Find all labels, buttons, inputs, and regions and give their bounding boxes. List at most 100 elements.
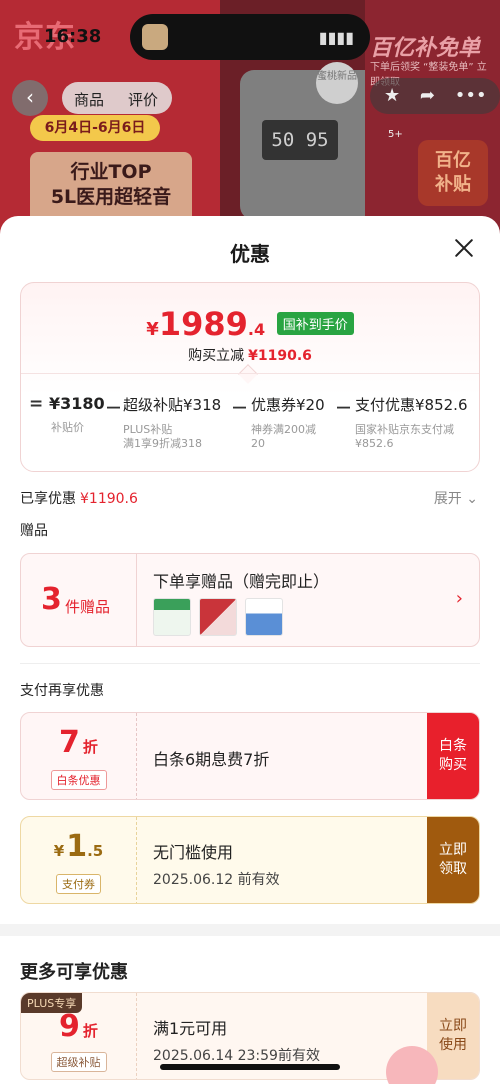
- sheet-title: 优惠: [230, 242, 270, 266]
- coupon-value-panel: ¥1.5 支付券: [21, 817, 137, 903]
- breakdown-label: 支付优惠¥852.6: [355, 396, 468, 414]
- coupon-value-unit: 折: [82, 1022, 98, 1040]
- breakdown-sub: 国家补贴京东支付减 ¥852.6: [355, 423, 468, 451]
- coupon-badge: 支付券: [21, 873, 136, 894]
- button-line-1: 白条: [439, 738, 467, 754]
- breakdown-sub-line-2: 20: [251, 437, 265, 450]
- gift-thumbnail: [245, 598, 283, 636]
- back-button[interactable]: ‹: [12, 80, 48, 116]
- coupon-value-number: 7: [59, 725, 80, 760]
- breakdown-sub-line-1: PLUS补贴: [123, 423, 173, 436]
- more-icon[interactable]: •••: [455, 85, 487, 106]
- coupon-validity: 2025.06.12 前有效: [153, 872, 280, 888]
- coupon-badge: 超级补贴: [21, 1051, 136, 1072]
- breakdown-operator: －: [231, 399, 248, 419]
- button-line-2: 使用: [439, 1037, 467, 1053]
- more-discounts-title: 更多可享优惠: [20, 962, 128, 983]
- breakdown-operator: =: [29, 394, 44, 414]
- coupon-value: 7折: [21, 725, 136, 760]
- expand-label: 展开: [433, 491, 462, 507]
- divider: [20, 663, 480, 664]
- breakdown-item: 超级补贴¥318 PLUS补贴 满1享9折减318: [123, 394, 221, 451]
- breakdown-item: 优惠券¥20 神券满200减 20: [251, 394, 325, 451]
- chevron-down-icon: ⌄: [466, 491, 478, 507]
- star-icon[interactable]: ★: [384, 85, 400, 106]
- pay-section-title: 支付再享优惠: [20, 683, 104, 699]
- top-actions: ★ ➦ ••• 5+: [370, 78, 500, 140]
- price-integer: 1989: [158, 305, 248, 343]
- coupon-validity: 2025.06.14 23:59前有效: [153, 1048, 320, 1064]
- discount-sheet: 优惠 ¥1989.4 国补到手价 购买立减 ¥1190.6 = ¥3180 补贴价…: [0, 216, 500, 1084]
- reduction-label: 购买立减: [188, 348, 245, 364]
- breakdown-sub-line-2: 满1享9折减318: [123, 437, 202, 450]
- gift-count-panel: 3 件赠品: [21, 554, 137, 646]
- baitiao-buy-button[interactable]: 白条 购买: [427, 713, 479, 799]
- subsidy-price-tag: 国补到手价: [276, 312, 354, 335]
- tab-review[interactable]: 评价: [128, 89, 158, 110]
- promo-card: 行业TOP 5L医用超轻音: [30, 152, 192, 224]
- coupon-badge-label: 超级补贴: [50, 1052, 107, 1072]
- subsidy-badge-line-2: 补贴: [435, 174, 471, 195]
- dynamic-island: ▮▮▮▮: [130, 14, 370, 60]
- coupon-value-decimal: .5: [87, 842, 104, 860]
- gift-count: 3: [41, 582, 62, 617]
- breakdown-sub-line-1: 国家补贴京东支付减: [355, 423, 454, 436]
- status-time: 16:38: [44, 26, 102, 47]
- price-breakdown: = ¥3180 补贴价 － 超级补贴¥318 PLUS补贴 满1享9折减318 …: [21, 373, 479, 471]
- subsidy-badge: 百亿 补贴: [418, 140, 488, 206]
- music-thumbnail: [142, 24, 168, 50]
- coupon-currency: ¥: [53, 842, 65, 860]
- expand-toggle[interactable]: 展开 ⌄: [434, 488, 478, 508]
- gift-thumbnail: [153, 598, 191, 636]
- subsidy-badge-line-1: 百亿: [435, 150, 471, 171]
- event-date: 6月4日-6月6日: [30, 115, 160, 141]
- claim-voucher-button[interactable]: 立即 领取: [427, 817, 479, 903]
- chevron-left-icon: ‹: [26, 85, 34, 109]
- coupon-value-number: 1: [66, 829, 88, 864]
- close-button[interactable]: [450, 234, 478, 262]
- breakdown-sub-line-1: 神券满200减: [251, 423, 316, 436]
- breakdown-label: 优惠券¥20: [251, 396, 325, 414]
- gift-section-title: 赠品: [20, 523, 48, 539]
- breakdown-label: ¥3180: [49, 394, 105, 413]
- new-product-seal: 蜜桃新品: [316, 62, 358, 104]
- breakdown-sub: 神券满200减 20: [251, 423, 325, 451]
- share-icon[interactable]: ➦: [420, 85, 435, 106]
- baitiao-coupon[interactable]: 7折 白条优惠 白条6期息费7折 白条 购买: [20, 712, 480, 800]
- enjoyed-label: 已享优惠: [20, 491, 76, 507]
- promo-line-1: 行业TOP: [70, 161, 152, 183]
- button-line-2: 领取: [439, 861, 467, 877]
- coupon-value-panel: 7折 白条优惠: [21, 713, 137, 799]
- instant-reduction: 购买立减 ¥1190.6: [21, 345, 479, 365]
- breakdown-item: 支付优惠¥852.6 国家补贴京东支付减 ¥852.6: [355, 394, 468, 451]
- coupon-condition: 无门槛使用: [153, 843, 234, 862]
- breakdown-sub: PLUS补贴 满1享9折减318: [123, 423, 221, 451]
- gift-thumbnail: [199, 598, 237, 636]
- home-indicator: [160, 1064, 340, 1070]
- coupon-value-panel: PLUS专享 9折 超级补贴: [21, 993, 137, 1079]
- gift-title: 下单享赠品（赠完即止）: [153, 572, 330, 591]
- button-line-2: 购买: [439, 757, 467, 773]
- button-line-1: 立即: [439, 842, 467, 858]
- section-separator: [0, 924, 500, 936]
- enjoyed-amount: ¥1190.6: [80, 491, 138, 507]
- coupon-value: ¥1.5: [21, 829, 136, 864]
- price-decimal: .4: [247, 320, 266, 339]
- waveform-icon: ▮▮▮▮: [318, 28, 354, 47]
- price-summary-card: ¥1989.4 国补到手价 购买立减 ¥1190.6 = ¥3180 补贴价 － …: [20, 282, 480, 472]
- button-line-1: 立即: [439, 1018, 467, 1034]
- breakdown-sub: 补贴价: [51, 421, 84, 434]
- promo-line-2: 5L医用超轻音: [50, 186, 172, 208]
- payment-voucher-coupon[interactable]: ¥1.5 支付券 无门槛使用 2025.06.12 前有效 立即 领取: [20, 816, 480, 904]
- tab-product[interactable]: 商品: [74, 89, 104, 110]
- final-price: ¥1989.4 国补到手价: [21, 305, 479, 343]
- coupon-value-unit: 折: [82, 738, 98, 756]
- coupon-condition: 满1元可用: [153, 1019, 228, 1038]
- sheet-header: 优惠: [0, 216, 500, 280]
- coupon-value: 9折: [21, 1009, 136, 1044]
- breakdown-label: 超级补贴¥318: [123, 396, 222, 414]
- gift-card[interactable]: 3 件赠品 下单享赠品（赠完即止） ›: [20, 553, 480, 647]
- cart-count-badge: 5+: [388, 129, 403, 140]
- device-display: 50 95: [262, 120, 338, 160]
- gift-unit: 件赠品: [65, 598, 111, 616]
